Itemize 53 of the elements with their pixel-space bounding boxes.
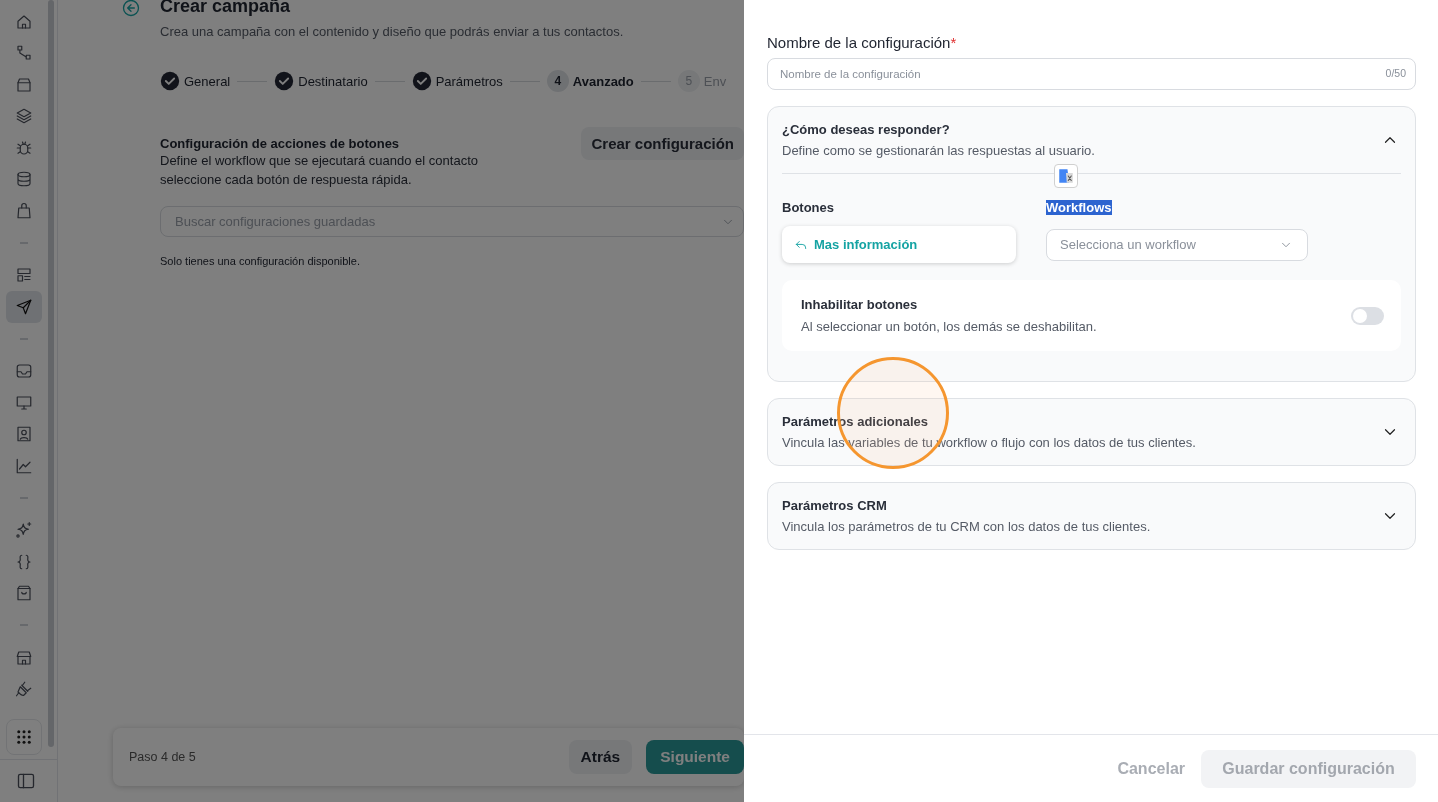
toggle-switch[interactable] [1351,306,1384,325]
step-label: General [184,73,231,89]
shopping-box-icon [15,584,33,603]
panel-title: ¿Cómo deseas responder? [782,122,951,137]
inbox-icon [15,362,33,381]
panel-description: Define como se gestionarán las respuestas al usuario. [782,143,1095,158]
create-configuration-button[interactable]: Crear configuración [581,127,744,160]
option-title: Inhabilitar botones [801,297,919,312]
bug-icon [15,138,33,157]
sidebar-toggle-icon[interactable] [15,771,36,791]
database-icon [15,170,33,189]
sidebar-item[interactable] [6,291,42,323]
section-description: Define el workflow que se ejecutará cuando el contacto seleccione cada botón de respuesta rápida. [160,152,479,189]
store-icon [15,648,33,667]
layout-icon [15,266,33,285]
apps-button[interactable] [6,719,42,755]
option-description: Al seleccionar un botón, los demás se deshabilitan. [801,319,1097,334]
next-button[interactable]: Siguiente [646,740,744,774]
panel-description: Vincula los parámetros de tu CRM con los datos de tus clientes. [782,519,1151,534]
layers-icon [15,107,33,126]
step-label: Avanzado [572,73,634,89]
translate-button[interactable] [1054,164,1078,188]
back-icon[interactable] [121,0,141,18]
step-label: Destinatario [298,73,368,89]
column-label: Botones [782,199,835,215]
send-icon [15,297,33,316]
accordion-header[interactable]: ¿Cómo deseas responder? Define como se gestionarán las respuestas al usuario. [768,107,1415,173]
page-subtitle: Crea una campaña con el contenido y diseño que podrás enviar a tus contactos. [160,24,624,39]
monitor-icon [15,393,33,412]
translate-icon [1057,167,1075,185]
panel-title: Parámetros CRM [782,498,888,513]
accordion-header[interactable]: Parámetros CRM Vincula los parámetros de tu CRM con los datos de tus clientes. [768,483,1415,549]
plug-icon [15,680,33,699]
note-text: Solo tienes una configuración disponible. [160,255,361,267]
column-label: Workflows [1046,200,1112,215]
bag-icon [15,201,33,220]
step-counter-text: Paso 4 de 5 [129,750,196,764]
contact-icon [15,425,33,444]
scrollbar[interactable] [48,0,54,747]
quick-reply-button[interactable]: Mas información [782,226,1016,263]
step-label: Parámetros [435,73,503,89]
workflow-select[interactable]: Selecciona un workflow [1046,228,1308,261]
back-button[interactable]: Atrás [568,740,633,774]
sparkle-icon [15,521,33,540]
character-counter: 0/50 [1385,67,1406,79]
grid-icon [15,728,33,746]
chart-icon [15,456,33,475]
archive-icon [15,75,33,94]
flow-icon [15,44,33,63]
braces-icon [15,552,33,571]
field-label: Nombre de la configuración* [767,33,958,53]
section-title: Configuración de acciones de botones [160,136,401,151]
step-number: 4 [546,70,569,92]
